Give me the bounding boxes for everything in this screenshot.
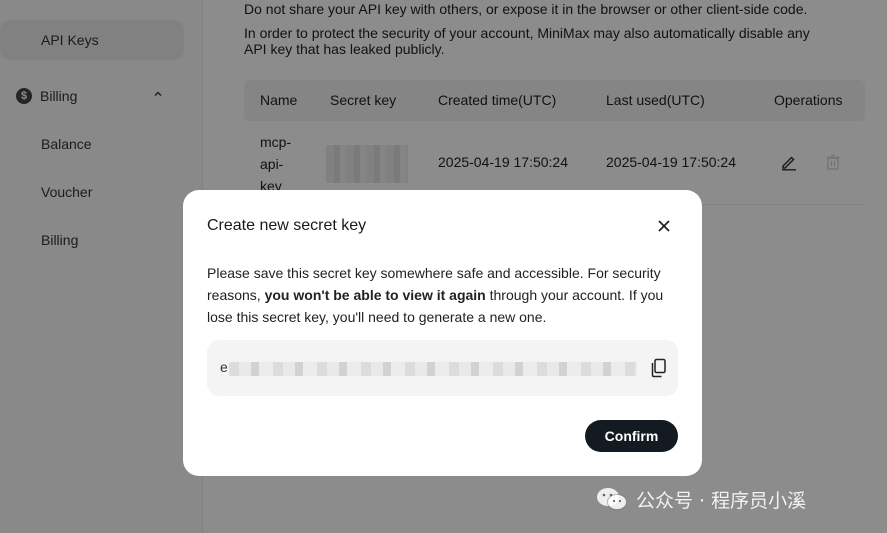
app: API Keys $ Billing Balance Voucher Billi… bbox=[0, 0, 887, 533]
watermark-text: 公众号 · 程序员小溪 bbox=[636, 489, 807, 512]
copy-icon[interactable] bbox=[649, 358, 667, 378]
close-icon[interactable] bbox=[655, 217, 673, 235]
watermark: 公众号 · 程序员小溪 bbox=[596, 484, 806, 514]
confirm-button[interactable]: Confirm bbox=[585, 420, 678, 452]
dialog-message-emphasis: you won't be able to view it again bbox=[264, 287, 486, 303]
secret-key-prefix: e bbox=[220, 359, 228, 375]
wechat-icon bbox=[597, 488, 627, 510]
dialog-message: Please save this secret key somewhere sa… bbox=[207, 262, 681, 328]
create-secret-key-dialog: Create new secret key Please save this s… bbox=[183, 190, 702, 476]
masked-secret-key-value bbox=[229, 362, 637, 376]
dialog-title: Create new secret key bbox=[207, 217, 367, 234]
secret-key-field[interactable]: e bbox=[207, 340, 678, 396]
